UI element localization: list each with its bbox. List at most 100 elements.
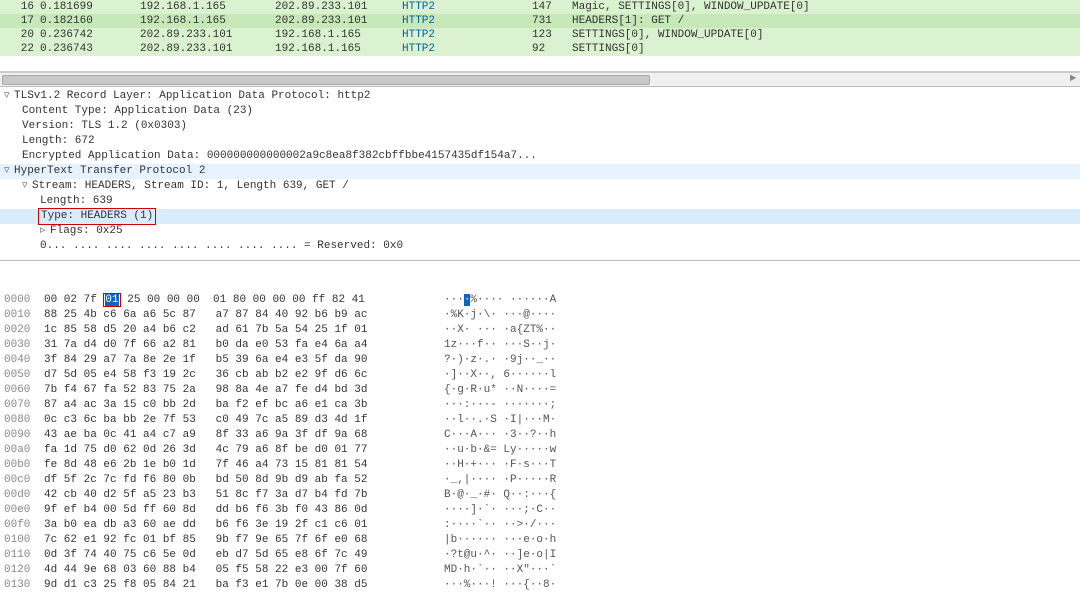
hex-ascii: ·]··X··, 6······l bbox=[444, 368, 1076, 383]
col-info: HEADERS[1]: GET / bbox=[572, 14, 1080, 28]
detail-tls-contenttype[interactable]: Content Type: Application Data (23) bbox=[0, 104, 1080, 119]
hex-bytes: 43 ae ba 0c 41 a4 c7 a9 8f 33 a6 9a 3f d… bbox=[44, 428, 444, 443]
detail-reserved[interactable]: 0... .... .... .... .... .... .... .... … bbox=[0, 239, 1080, 254]
packet-row[interactable]: 170.182160192.168.1.165202.89.233.101HTT… bbox=[0, 14, 1080, 28]
hex-offset: 0050 bbox=[4, 368, 44, 383]
col-source: 202.89.233.101 bbox=[140, 28, 275, 42]
hex-row[interactable]: 01309d d1 c3 25 f8 05 84 21 ba f3 e1 7b … bbox=[4, 578, 1076, 593]
hex-bytes: 3f 84 29 a7 7a 8e 2e 1f b5 39 6a e4 e3 5… bbox=[44, 353, 444, 368]
hex-row[interactable]: 01007c 62 e1 92 fc 01 bf 85 9b f7 9e 65 … bbox=[4, 533, 1076, 548]
col-source: 192.168.1.165 bbox=[140, 0, 275, 14]
hex-bytes: fa 1d 75 d0 62 0d 26 3d 4c 79 a6 8f be d… bbox=[44, 443, 444, 458]
hex-row[interactable]: 007087 a4 ac 3a 15 c0 bb 2d ba f2 ef bc … bbox=[4, 398, 1076, 413]
hex-ascii: MD·h·`·· ··X"···` bbox=[444, 563, 1076, 578]
scroll-thumb[interactable] bbox=[2, 75, 650, 85]
col-length: 123 bbox=[532, 28, 572, 42]
detail-flags[interactable]: ▹ Flags: 0x25 bbox=[0, 224, 1080, 239]
detail-tls-encrypted[interactable]: Encrypted Application Data: 000000000000… bbox=[0, 149, 1080, 164]
hex-row[interactable]: 00800c c3 6c ba bb 2e 7f 53 c0 49 7c a5 … bbox=[4, 413, 1076, 428]
hex-offset: 0100 bbox=[4, 533, 44, 548]
hex-offset: 0120 bbox=[4, 563, 44, 578]
packet-row[interactable]: 200.236742202.89.233.101192.168.1.165HTT… bbox=[0, 28, 1080, 42]
hex-ascii: ··u·b·&= Ly·····w bbox=[444, 443, 1076, 458]
hex-offset: 00d0 bbox=[4, 488, 44, 503]
hex-offset: 0020 bbox=[4, 323, 44, 338]
packet-list-hscroll[interactable]: ◄ ► bbox=[0, 72, 1080, 86]
hex-bytes: 0d 3f 74 40 75 c6 5e 0d eb d7 5d 65 e8 6… bbox=[44, 548, 444, 563]
hex-bytes: 4d 44 9e 68 03 60 88 b4 05 f5 58 22 e3 0… bbox=[44, 563, 444, 578]
hex-row[interactable]: 001088 25 4b c6 6a a6 5c 87 a7 87 84 40 … bbox=[4, 308, 1076, 323]
hex-ascii: ?·)·z·.· ·9j··_·· bbox=[444, 353, 1076, 368]
detail-stream-type[interactable]: Type: HEADERS (1) bbox=[0, 209, 1080, 224]
col-no: 20 bbox=[0, 28, 40, 42]
tree-expanded-icon[interactable]: ▿ bbox=[4, 164, 14, 179]
hex-row[interactable]: 00a0fa 1d 75 d0 62 0d 26 3d 4c 79 a6 8f … bbox=[4, 443, 1076, 458]
col-source: 202.89.233.101 bbox=[140, 42, 275, 56]
packet-list-pane[interactable]: 160.181699192.168.1.165202.89.233.101HTT… bbox=[0, 0, 1080, 72]
col-length: 147 bbox=[532, 0, 572, 14]
hex-bytes: 31 7a d4 d0 7f 66 a2 81 b0 da e0 53 fa e… bbox=[44, 338, 444, 353]
detail-http2-header[interactable]: ▿ HyperText Transfer Protocol 2 bbox=[0, 164, 1080, 179]
hex-offset: 0030 bbox=[4, 338, 44, 353]
detail-tls-length[interactable]: Length: 672 bbox=[0, 134, 1080, 149]
tree-expanded-icon[interactable]: ▿ bbox=[4, 89, 14, 104]
hex-row[interactable]: 00403f 84 29 a7 7a 8e 2e 1f b5 39 6a e4 … bbox=[4, 353, 1076, 368]
hex-offset: 0060 bbox=[4, 383, 44, 398]
hex-bytes: d7 5d 05 e4 58 f3 19 2c 36 cb ab b2 e2 9… bbox=[44, 368, 444, 383]
hex-row[interactable]: 01204d 44 9e 68 03 60 88 b4 05 f5 58 22 … bbox=[4, 563, 1076, 578]
hex-bytes: 0c c3 6c ba bb 2e 7f 53 c0 49 7c a5 89 d… bbox=[44, 413, 444, 428]
col-source: 192.168.1.165 bbox=[140, 14, 275, 28]
col-info: SETTINGS[0] bbox=[572, 42, 1080, 56]
col-protocol: HTTP2 bbox=[402, 0, 532, 14]
hex-row[interactable]: 000000 02 7f 01 25 00 00 00 01 80 00 00 … bbox=[4, 293, 1076, 308]
detail-stream-length[interactable]: Length: 639 bbox=[0, 194, 1080, 209]
detail-http2-stream[interactable]: ▿ Stream: HEADERS, Stream ID: 1, Length … bbox=[0, 179, 1080, 194]
hex-ascii: {·g·R·u* ··N····= bbox=[444, 383, 1076, 398]
col-time: 0.236742 bbox=[40, 28, 140, 42]
hex-offset: 00b0 bbox=[4, 458, 44, 473]
hex-row[interactable]: 00201c 85 58 d5 20 a4 b6 c2 ad 61 7b 5a … bbox=[4, 323, 1076, 338]
hex-ascii: |b······ ···e·o·h bbox=[444, 533, 1076, 548]
hex-row[interactable]: 00e09f ef b4 00 5d ff 60 8d dd b6 f6 3b … bbox=[4, 503, 1076, 518]
hex-row[interactable]: 00b0fe 8d 48 e6 2b 1e b0 1d 7f 46 a4 73 … bbox=[4, 458, 1076, 473]
hex-row[interactable]: 00c0df 5f 2c 7c fd f6 80 0b bd 50 8d 9b … bbox=[4, 473, 1076, 488]
hex-offset: 00c0 bbox=[4, 473, 44, 488]
hex-offset: 0110 bbox=[4, 548, 44, 563]
hex-row[interactable]: 00d042 cb 40 d2 5f a5 23 b3 51 8c f7 3a … bbox=[4, 488, 1076, 503]
hex-offset: 0130 bbox=[4, 578, 44, 593]
hex-bytes: 87 a4 ac 3a 15 c0 bb 2d ba f2 ef bc a6 e… bbox=[44, 398, 444, 413]
ascii-highlight: · bbox=[464, 294, 471, 306]
hex-bytes: 88 25 4b c6 6a a6 5c 87 a7 87 84 40 92 b… bbox=[44, 308, 444, 323]
hex-ascii: ·_,|···· ·P·····R bbox=[444, 473, 1076, 488]
hex-bytes: 00 02 7f 01 25 00 00 00 01 80 00 00 00 f… bbox=[44, 293, 444, 308]
hex-ascii: ·%K·j·\· ···@···· bbox=[444, 308, 1076, 323]
scroll-right-icon[interactable]: ► bbox=[1066, 73, 1080, 87]
hex-pane[interactable]: 000000 02 7f 01 25 00 00 00 01 80 00 00 … bbox=[0, 261, 1080, 610]
hex-offset: 00a0 bbox=[4, 443, 44, 458]
packet-row[interactable]: 160.181699192.168.1.165202.89.233.101HTT… bbox=[0, 0, 1080, 14]
col-destination: 202.89.233.101 bbox=[275, 0, 402, 14]
hex-ascii: ···%···! ···{··8· bbox=[444, 578, 1076, 593]
detail-label: TLSv1.2 Record Layer: Application Data P… bbox=[14, 89, 370, 104]
col-length: 731 bbox=[532, 14, 572, 28]
hex-ascii: ····]·`· ···;·C·· bbox=[444, 503, 1076, 518]
detail-tls-version[interactable]: Version: TLS 1.2 (0x0303) bbox=[0, 119, 1080, 134]
tree-expanded-icon[interactable]: ▿ bbox=[22, 179, 32, 194]
hex-row[interactable]: 00607b f4 67 fa 52 83 75 2a 98 8a 4e a7 … bbox=[4, 383, 1076, 398]
hex-row[interactable]: 01100d 3f 74 40 75 c6 5e 0d eb d7 5d 65 … bbox=[4, 548, 1076, 563]
packet-details-pane[interactable]: ▿ TLSv1.2 Record Layer: Application Data… bbox=[0, 86, 1080, 261]
hex-bytes: df 5f 2c 7c fd f6 80 0b bd 50 8d 9b d9 a… bbox=[44, 473, 444, 488]
hex-offset: 0010 bbox=[4, 308, 44, 323]
col-time: 0.182160 bbox=[40, 14, 140, 28]
packet-row[interactable]: 220.236743202.89.233.101192.168.1.165HTT… bbox=[0, 42, 1080, 56]
hex-bytes: 9f ef b4 00 5d ff 60 8d dd b6 f6 3b f0 4… bbox=[44, 503, 444, 518]
col-time: 0.181699 bbox=[40, 0, 140, 14]
detail-tls-record[interactable]: ▿ TLSv1.2 Record Layer: Application Data… bbox=[0, 89, 1080, 104]
hex-row[interactable]: 003031 7a d4 d0 7f 66 a2 81 b0 da e0 53 … bbox=[4, 338, 1076, 353]
hex-row[interactable]: 009043 ae ba 0c 41 a4 c7 a9 8f 33 a6 9a … bbox=[4, 428, 1076, 443]
col-destination: 192.168.1.165 bbox=[275, 42, 402, 56]
tree-collapsed-icon[interactable]: ▹ bbox=[40, 224, 50, 239]
col-protocol: HTTP2 bbox=[402, 42, 532, 56]
hex-row[interactable]: 0050d7 5d 05 e4 58 f3 19 2c 36 cb ab b2 … bbox=[4, 368, 1076, 383]
hex-row[interactable]: 00f03a b0 ea db a3 60 ae dd b6 f6 3e 19 … bbox=[4, 518, 1076, 533]
